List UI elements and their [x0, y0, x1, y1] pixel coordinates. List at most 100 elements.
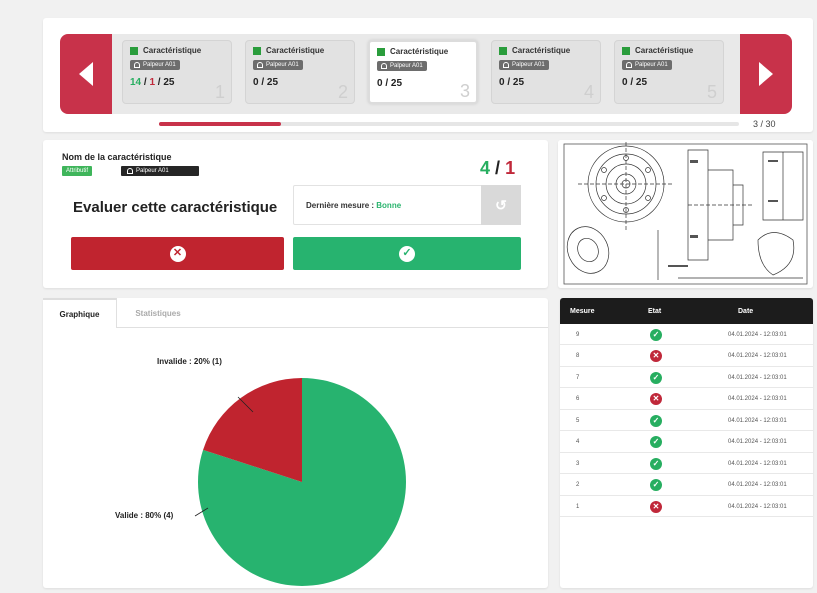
- date-cell: 04.01.2024 - 12:03:01: [728, 353, 787, 359]
- date-cell: 04.01.2024 - 12:03:01: [728, 482, 787, 488]
- measure-cell: 2: [576, 482, 580, 488]
- check-circle-icon: ✓: [650, 414, 662, 427]
- chart-tabs: Graphique Statistiques: [43, 298, 548, 328]
- characteristic-card-4[interactable]: Caractéristique Palpeur A01 0 / 25 4: [491, 40, 601, 104]
- card-probe: Palpeur A01: [512, 62, 545, 68]
- tab-statistics[interactable]: Statistiques: [117, 298, 199, 328]
- card-number: 4: [583, 82, 594, 102]
- measures-table: Mesure Etat Date 9 ✓ 04.01.2024 - 12:03:01…: [560, 298, 813, 588]
- status-square-icon: [130, 46, 138, 55]
- pie-label-valid: Valide : 80% (4): [115, 511, 174, 520]
- measure-cell: 9: [576, 331, 580, 338]
- characteristic-card-1[interactable]: Caractéristique Palpeur A01 14 / 1 / 25 …: [122, 40, 232, 104]
- probe-icon: [257, 62, 263, 68]
- measure-cell: 8: [576, 353, 580, 359]
- table-row[interactable]: 3 ✓ 04.01.2024 - 12:03:01: [560, 453, 813, 474]
- state-cell: ✓: [650, 432, 662, 453]
- measure-cell: 1: [576, 503, 580, 510]
- probe-icon: [626, 62, 632, 68]
- undo-icon: ↺: [495, 196, 507, 213]
- invalid-button[interactable]: ✕: [71, 237, 284, 270]
- attribute-tag: Attributif: [62, 166, 93, 176]
- card-count: 0 / 25: [622, 77, 648, 88]
- measure-cell: 5: [576, 417, 580, 424]
- last-measure-box: Dernière mesure : Bonne ↺: [293, 185, 521, 225]
- table-row[interactable]: 8 ✕ 04.01.2024 - 12:03:01: [560, 346, 813, 367]
- page-indicator: 3 / 30: [753, 119, 776, 129]
- chart-panel: Graphique Statistiques Invalide : 20% (1…: [43, 298, 548, 588]
- state-cell: ✕: [650, 346, 662, 367]
- probe-icon: [503, 62, 509, 68]
- check-circle-icon: ✓: [399, 245, 415, 262]
- column-header-date: Date: [738, 307, 754, 315]
- probe-icon: [127, 168, 133, 174]
- card-title: Caractéristique: [512, 46, 571, 55]
- card-title: Caractéristique: [635, 46, 694, 55]
- probe-tag: Palpeur A01: [121, 166, 199, 176]
- next-button[interactable]: [740, 34, 792, 114]
- characteristic-card-2[interactable]: Caractéristique Palpeur A01 0 / 25 2: [245, 40, 355, 104]
- date-cell: 04.01.2024 - 12:03:01: [728, 460, 787, 467]
- scrollbar-thumb[interactable]: [159, 122, 281, 126]
- part-drawing-image: [558, 140, 813, 288]
- check-circle-icon: ✓: [650, 328, 662, 341]
- card-probe: Palpeur A01: [635, 62, 668, 68]
- column-header-measure: Mesure: [570, 307, 595, 315]
- table-row[interactable]: 7 ✓ 04.01.2024 - 12:03:01: [560, 367, 813, 388]
- status-square-icon: [622, 46, 630, 55]
- table-row[interactable]: 6 ✕ 04.01.2024 - 12:03:01: [560, 389, 813, 410]
- technical-drawing[interactable]: [558, 140, 813, 288]
- table-row[interactable]: 1 ✕ 04.01.2024 - 12:03:01: [560, 496, 813, 517]
- card-title: Caractéristique: [390, 47, 449, 56]
- undo-button[interactable]: ↺: [481, 185, 521, 225]
- card-number: 3: [459, 81, 470, 101]
- measure-cell: 6: [576, 396, 580, 402]
- characteristic-name: Nom de la caractéristique: [62, 152, 172, 162]
- state-cell: ✕: [650, 496, 662, 517]
- state-cell: ✓: [650, 367, 662, 388]
- date-cell: 04.01.2024 - 12:03:01: [728, 439, 787, 445]
- carousel-scrollbar[interactable]: [159, 122, 739, 126]
- characteristic-card-3[interactable]: Caractéristique Palpeur A01 0 / 25 3: [368, 40, 478, 104]
- pie-chart: [194, 378, 406, 586]
- card-count: 0 / 25: [377, 78, 403, 89]
- card-title: Caractéristique: [266, 46, 325, 55]
- card-count: 0 / 25: [499, 77, 525, 88]
- date-cell: 04.01.2024 - 12:03:01: [728, 417, 787, 424]
- check-circle-icon: ✓: [650, 371, 662, 384]
- pie-label-invalid: Invalide : 20% (1): [157, 357, 222, 366]
- measure-cell: 4: [576, 439, 580, 445]
- card-number: 2: [337, 82, 348, 102]
- column-header-state: Etat: [648, 307, 662, 315]
- date-cell: 04.01.2024 - 12:03:01: [728, 503, 787, 510]
- tab-graph[interactable]: Graphique: [43, 298, 117, 328]
- card-probe: Palpeur A01: [143, 62, 176, 68]
- check-circle-icon: ✓: [650, 457, 662, 470]
- probe-icon: [381, 63, 387, 69]
- card-title: Caractéristique: [143, 46, 202, 55]
- characteristic-card-5[interactable]: Caractéristique Palpeur A01 0 / 25 5: [614, 40, 724, 104]
- table-row[interactable]: 4 ✓ 04.01.2024 - 12:03:01: [560, 432, 813, 453]
- close-circle-icon: ✕: [650, 500, 662, 513]
- close-circle-icon: ✕: [169, 245, 186, 262]
- card-count: 0 / 25: [253, 77, 279, 88]
- evaluation-title: Evaluer cette caractéristique: [73, 199, 278, 216]
- characteristic-carousel: Caractéristique Palpeur A01 14 / 1 / 25 …: [43, 18, 813, 132]
- table-row[interactable]: 2 ✓ 04.01.2024 - 12:03:01: [560, 475, 813, 496]
- table-header: Mesure Etat Date: [560, 298, 813, 324]
- card-number: 1: [214, 82, 225, 102]
- status-square-icon: [499, 46, 507, 55]
- table-row[interactable]: 5 ✓ 04.01.2024 - 12:03:01: [560, 410, 813, 431]
- table-row[interactable]: 9 ✓ 04.01.2024 - 12:03:01: [560, 324, 813, 345]
- state-cell: ✓: [650, 410, 662, 431]
- previous-button[interactable]: [60, 34, 112, 114]
- card-probe: Palpeur A01: [390, 63, 423, 69]
- valid-button[interactable]: ✓: [293, 237, 521, 270]
- state-cell: ✕: [650, 389, 662, 410]
- status-square-icon: [377, 47, 385, 56]
- probe-icon: [134, 62, 140, 68]
- chevron-left-icon: [79, 62, 93, 86]
- card-probe: Palpeur A01: [266, 62, 299, 68]
- last-measure-text: Dernière mesure : Bonne: [306, 201, 402, 210]
- card-number: 5: [706, 82, 717, 102]
